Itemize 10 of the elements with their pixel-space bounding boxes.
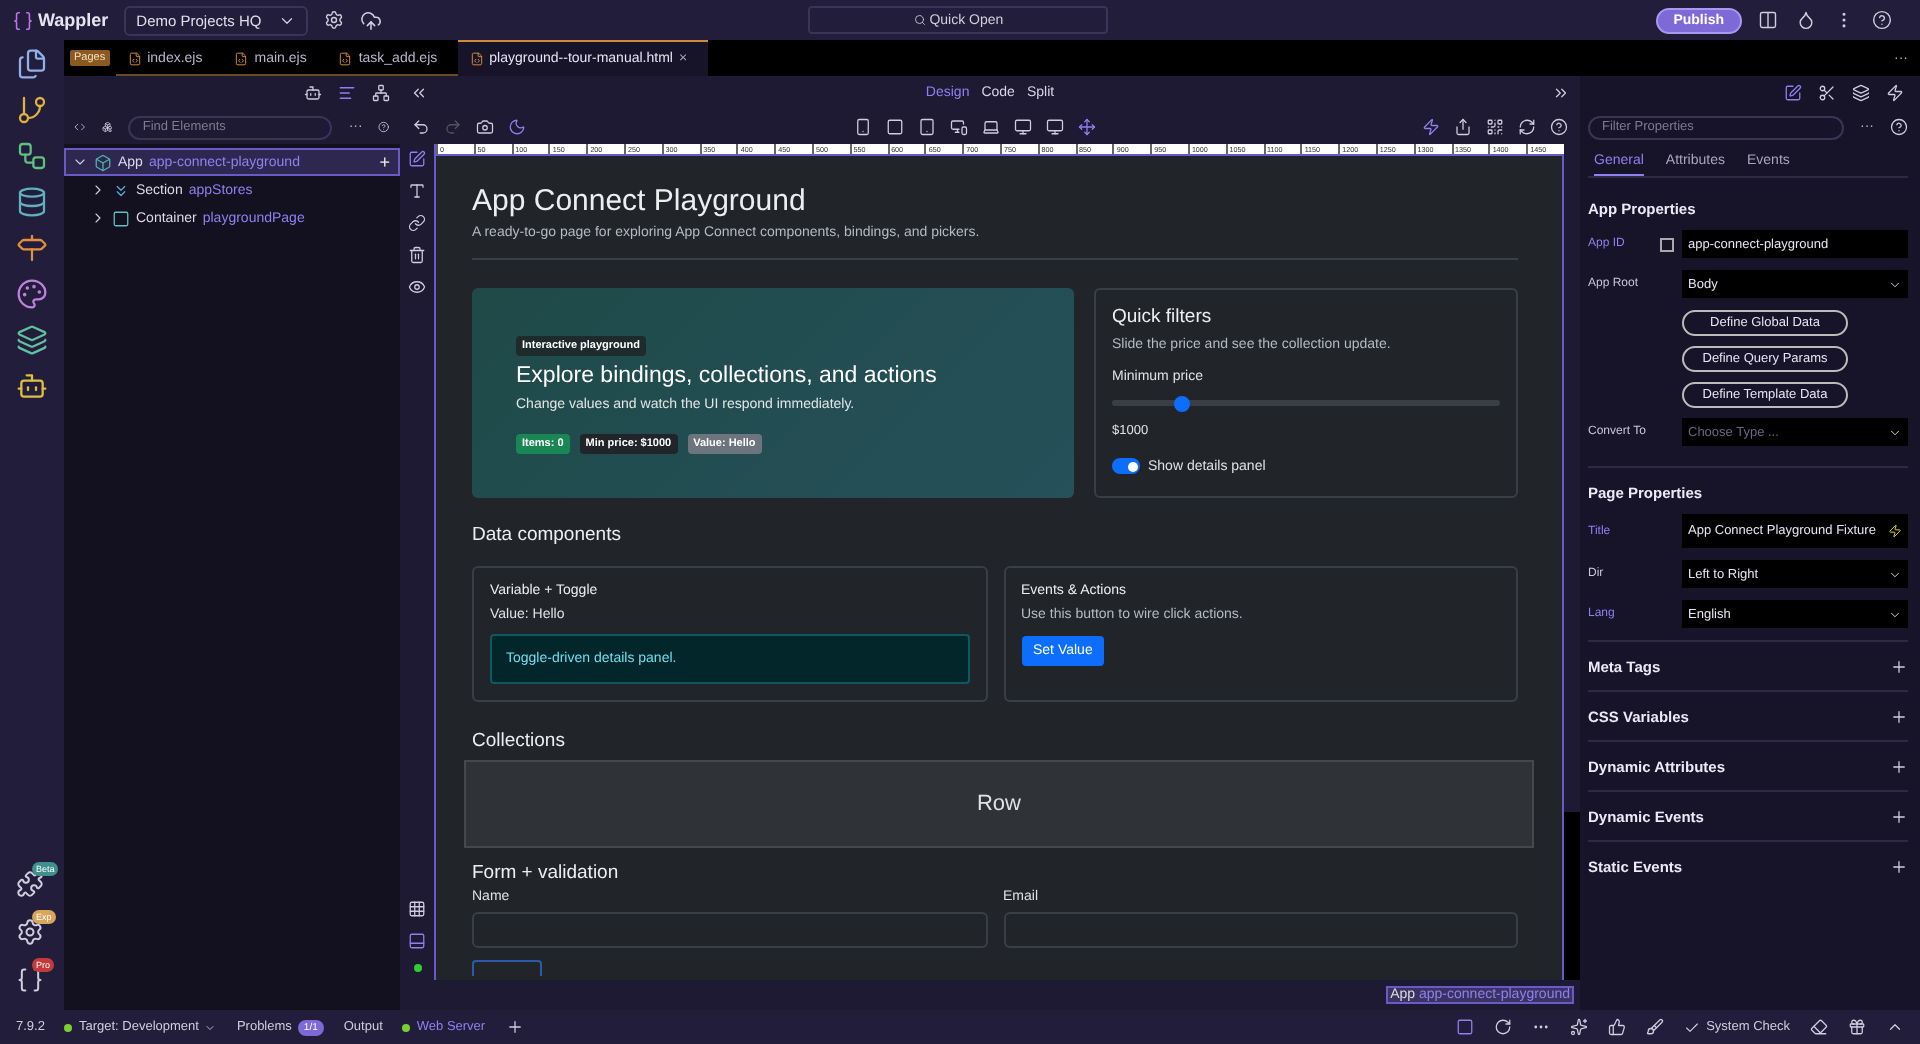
section-heading: Data components [472,524,623,546]
app-name: Wappler [38,10,109,30]
row-overlay[interactable]: Row [464,760,1534,848]
section-heading: Form + validation [472,862,621,884]
card-title: Quick filters [1112,306,1212,328]
hero-heading: Explore bindings, collections, and actions [516,364,937,388]
section-heading: Collections [472,730,567,752]
add-button[interactable]: + [379,152,390,172]
overlay-label: Row [976,792,1021,816]
page-title: App Connect Playground [472,184,808,218]
